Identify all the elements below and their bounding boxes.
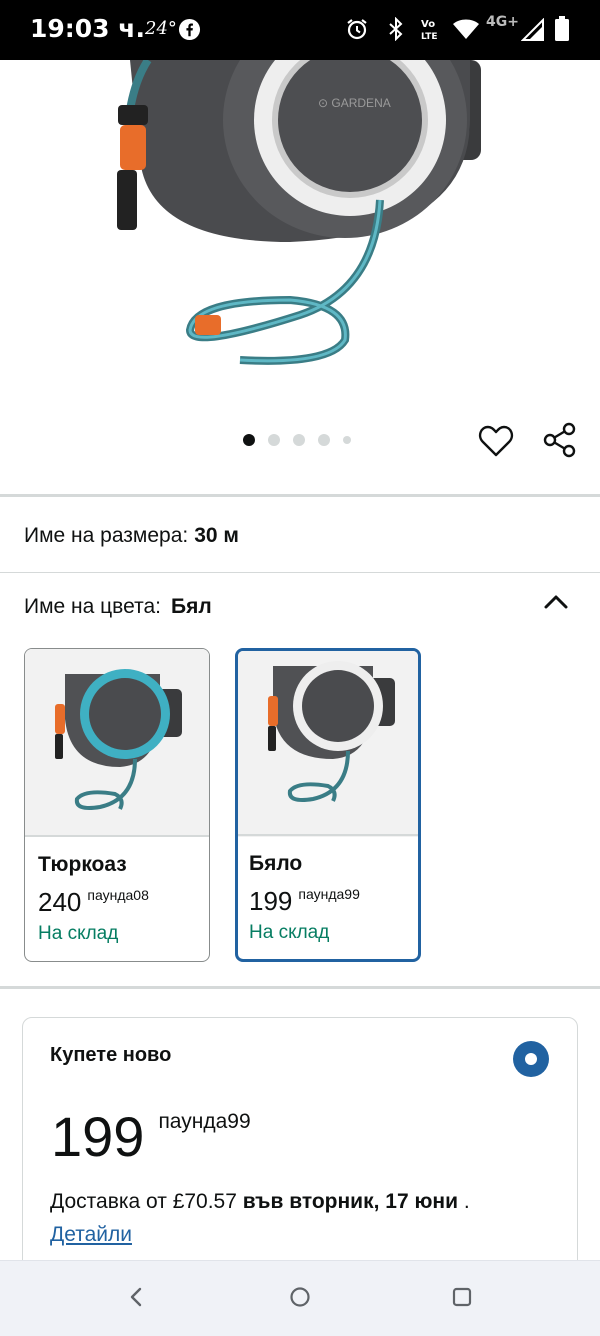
section-divider xyxy=(0,572,600,573)
delivery-prefix: Доставка от £70.57 xyxy=(50,1190,237,1213)
price-fraction: паунда08 xyxy=(87,887,149,903)
buy-new-box[interactable]: Купете ново 199 паунда99 Доставка от £70.… xyxy=(22,1017,578,1277)
price-whole: 199 xyxy=(51,1105,145,1168)
delivery-info: Доставка от £70.57 във вторник, 17 юни . xyxy=(50,1190,470,1214)
price-fraction: паунда99 xyxy=(158,1110,251,1133)
home-icon[interactable] xyxy=(288,1285,312,1312)
buy-new-title: Купете ново xyxy=(50,1044,172,1066)
share-icon[interactable] xyxy=(542,422,578,461)
color-option-name: Бяло xyxy=(249,852,303,875)
carousel-dot[interactable] xyxy=(293,434,305,446)
svg-text:Vo: Vo xyxy=(421,19,435,30)
color-option-price: 199 паунда99 xyxy=(249,886,360,917)
battery-icon xyxy=(554,16,570,47)
color-option-image xyxy=(238,651,418,837)
color-value: Бял xyxy=(170,595,212,618)
carousel-dot[interactable] xyxy=(243,434,255,446)
stock-status: На склад xyxy=(249,922,330,943)
recents-icon[interactable] xyxy=(450,1285,474,1312)
signal-icon xyxy=(520,17,545,47)
stock-status: На склад xyxy=(38,923,119,944)
bluetooth-icon xyxy=(386,16,406,46)
carousel-indicator[interactable] xyxy=(243,434,351,446)
card-separator xyxy=(238,834,418,836)
svg-text:LTE: LTE xyxy=(421,32,438,41)
carousel-dot[interactable] xyxy=(268,434,280,446)
buy-price: 199 паунда99 xyxy=(51,1104,251,1169)
facebook-icon xyxy=(178,18,201,46)
color-option-white[interactable]: Бяло 199 паунда99 На склад xyxy=(235,648,421,962)
carousel-dot[interactable] xyxy=(343,436,351,444)
card-separator xyxy=(25,835,209,837)
size-label: Име на размера: xyxy=(24,524,189,547)
details-link[interactable]: Детайли xyxy=(50,1223,132,1247)
system-navigation-bar xyxy=(0,1260,600,1336)
price-whole: 240 xyxy=(38,887,82,917)
product-image: ⊙ GARDENA xyxy=(117,2,481,365)
status-time: 19:03 ч. xyxy=(30,14,145,43)
chevron-up-icon[interactable] xyxy=(542,590,570,614)
network-type: 4G+ xyxy=(486,14,519,30)
back-icon[interactable] xyxy=(126,1285,146,1312)
delivery-suffix: . xyxy=(458,1190,470,1213)
section-divider xyxy=(0,494,600,497)
alarm-icon xyxy=(345,17,369,46)
delivery-date: във вторник, 17 юни xyxy=(242,1190,458,1213)
color-label: Име на цвета: xyxy=(24,595,161,618)
price-whole: 199 xyxy=(249,886,293,916)
section-divider xyxy=(0,986,600,989)
color-option-image xyxy=(25,649,209,835)
status-temperature: 24° xyxy=(145,18,177,39)
gardena-logo: ⊙ GARDENA xyxy=(318,96,391,110)
volte-icon: Vo LTE xyxy=(419,17,445,46)
color-selector-header[interactable]: Име на цвета: Бял xyxy=(24,595,212,619)
color-option-name: Тюркоаз xyxy=(38,853,127,876)
buy-new-radio[interactable] xyxy=(513,1041,549,1077)
color-option-price: 240 паунда08 xyxy=(38,887,149,918)
status-bar: 19:03 ч. 24° Vo LTE 4G+ xyxy=(0,0,600,60)
size-selector[interactable]: Име на размера: 30 м xyxy=(24,524,239,548)
size-value: 30 м xyxy=(194,524,239,547)
price-fraction: паунда99 xyxy=(298,886,360,902)
carousel-dot[interactable] xyxy=(318,434,330,446)
color-option-turquoise[interactable]: Тюркоаз 240 паунда08 На склад xyxy=(24,648,210,962)
wishlist-heart-icon[interactable] xyxy=(478,424,514,461)
wifi-icon xyxy=(452,18,480,45)
